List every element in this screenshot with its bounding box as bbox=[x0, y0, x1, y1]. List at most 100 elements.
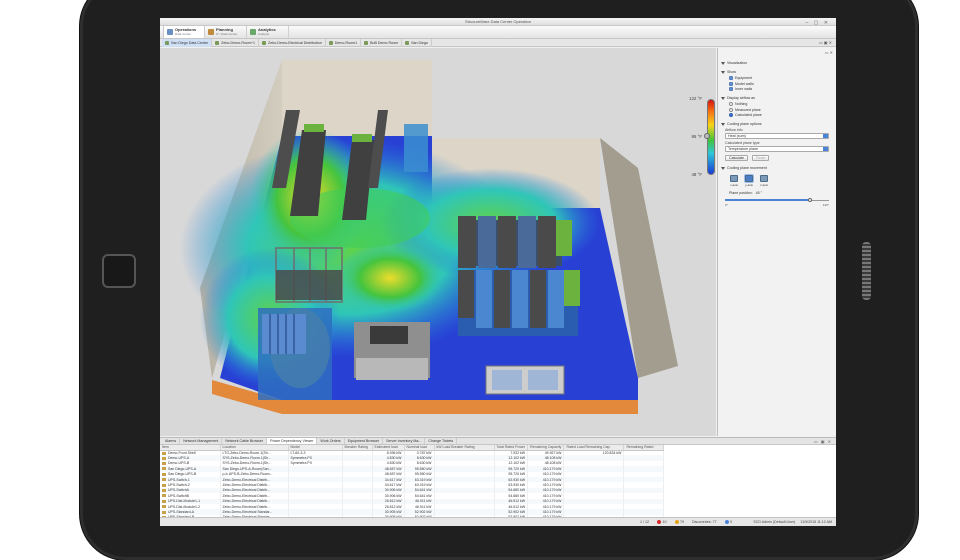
cell-text: UPS-SwitchA bbox=[168, 488, 190, 493]
tab-network-cable-browser[interactable]: Network Cable Browser bbox=[222, 438, 268, 444]
legend-slider-knob[interactable] bbox=[704, 133, 710, 139]
checkbox[interactable] bbox=[729, 76, 733, 80]
analytics-icon bbox=[250, 29, 256, 35]
info-icon bbox=[724, 520, 729, 524]
status-bar: 1 / 12 10 79 Discoveries: 77 0 SCD Admin… bbox=[160, 517, 836, 526]
window-controls[interactable]: – ▢ ✕ bbox=[806, 19, 830, 27]
reset-button[interactable]: Reset bbox=[751, 155, 770, 161]
checkbox-label: Model walls bbox=[735, 81, 754, 86]
checkbox[interactable] bbox=[729, 87, 733, 91]
tab-server-inventory[interactable]: Server Inventory Ma... bbox=[383, 438, 426, 444]
radio-button[interactable] bbox=[729, 113, 733, 117]
section-toggle[interactable]: Visualization bbox=[721, 61, 833, 65]
folder-icon bbox=[162, 451, 166, 455]
doc-tab-label: Demo-Room1 bbox=[334, 41, 358, 45]
room-icon bbox=[364, 41, 369, 45]
y-axis-plane-button[interactable]: y-axis bbox=[744, 175, 754, 187]
tab-alarms[interactable]: Alarms bbox=[162, 438, 181, 444]
checkbox[interactable] bbox=[729, 81, 733, 86]
z-axis-plane-button[interactable]: z-axis bbox=[759, 175, 769, 187]
critical-alarms-indicator[interactable]: 10 bbox=[657, 520, 667, 524]
checkbox-inner-walls[interactable]: Inner walls bbox=[729, 87, 833, 91]
section-toggle[interactable]: Display airflow as bbox=[721, 96, 833, 100]
slider-thumb[interactable] bbox=[808, 198, 813, 202]
visualization-section: Visualization bbox=[721, 61, 833, 65]
radio-nothing[interactable]: Nothing bbox=[729, 102, 833, 106]
room-icon bbox=[405, 41, 410, 45]
doc-tab-zebo-demo-room[interactable]: Zebo-Demo-Room+1 bbox=[212, 39, 260, 47]
folder-icon bbox=[162, 478, 166, 482]
thermal-airflow-3d-view bbox=[160, 48, 716, 436]
doc-tab-demo-room1[interactable]: Demo-Room1 bbox=[326, 39, 362, 47]
doc-tab-san-diego[interactable]: San Diego bbox=[402, 39, 432, 47]
discoveries-indicator[interactable]: Discoveries: 77 bbox=[692, 520, 717, 524]
select-value: Temperature plane bbox=[728, 147, 758, 151]
icon-caption: x-axis bbox=[730, 183, 738, 187]
room-icon bbox=[165, 41, 169, 45]
cell-text: UPS-Switch-1 bbox=[168, 477, 190, 482]
expand-triangle-icon bbox=[721, 70, 725, 74]
checkbox-equipment[interactable]: Equipment bbox=[729, 76, 833, 80]
warning-alarms-indicator[interactable]: 79 bbox=[674, 520, 684, 524]
folder-icon bbox=[162, 499, 166, 503]
tab-planning[interactable]: Planning IT / Data Center bbox=[205, 26, 247, 38]
x-axis-plane-button[interactable]: x-axis bbox=[729, 175, 739, 187]
section-toggle[interactable]: Cooling plane movement bbox=[721, 166, 833, 170]
info-indicator[interactable]: 0 bbox=[724, 520, 732, 524]
home-button[interactable] bbox=[102, 254, 136, 288]
cooling-plane-movement-section: Cooling plane movement x-axis y-axis z-a… bbox=[721, 166, 833, 207]
tab-operations[interactable]: Operations Data Center bbox=[163, 26, 205, 38]
planning-icon bbox=[208, 29, 214, 35]
section-title: Display airflow as bbox=[727, 96, 755, 100]
tab-change-tickets[interactable]: Change Tickets bbox=[425, 438, 458, 444]
tab-subtitle: Analysis bbox=[258, 32, 270, 36]
cell-text: UPS-SwitchB bbox=[168, 493, 190, 498]
radio-label: Measured plane bbox=[735, 107, 761, 112]
calculated-plane-type-select[interactable]: Temperature plane bbox=[725, 146, 829, 152]
dropdown-caret-icon bbox=[823, 147, 828, 151]
tab-analytics[interactable]: Analytics Analysis bbox=[247, 26, 289, 38]
doc-tab-san-diego-data-center[interactable]: San Diego Data Center bbox=[162, 39, 213, 47]
folder-icon bbox=[162, 489, 166, 492]
cell-text: UPS-Dist-Module1-2 bbox=[168, 504, 201, 509]
radio-button[interactable] bbox=[729, 107, 733, 112]
airflow-info-select[interactable]: Heat (sum) bbox=[725, 133, 829, 139]
range-max-label: 120° bbox=[822, 203, 829, 207]
tab-network-management[interactable]: Network Management bbox=[180, 438, 223, 444]
operations-icon bbox=[167, 29, 173, 35]
z-axis-plane-icon bbox=[760, 175, 768, 182]
plane-position-slider[interactable] bbox=[725, 198, 829, 202]
calculate-button[interactable]: Calculate bbox=[725, 155, 748, 161]
view-toolbar-icons[interactable]: ▭ ▣ ✕ bbox=[819, 39, 836, 46]
plane-position-label: Plane position: bbox=[729, 191, 753, 195]
expand-triangle-icon bbox=[721, 61, 725, 65]
power-dependency-table: Item Location Model Breaker Rating Estim… bbox=[160, 445, 836, 517]
radio-button[interactable] bbox=[729, 102, 733, 106]
section-toggle[interactable]: Show bbox=[721, 70, 833, 74]
cell-text: UPS-Dist-Module1-1 bbox=[168, 499, 201, 504]
tab-work-orders[interactable]: Work Orders bbox=[317, 438, 345, 444]
doc-tab-electrical-distribution[interactable]: Zebo-Demo-Electrical Distribution bbox=[259, 39, 326, 47]
doc-tab-label: San Diego Data Center bbox=[171, 41, 209, 45]
bottom-panel-toolbar-icons[interactable]: ▭ ▣ ✕ bbox=[814, 438, 836, 444]
airflow-info-label: Airflow info bbox=[725, 128, 743, 132]
calculated-plane-type-label: Calculated plane type bbox=[725, 141, 760, 145]
warning-count: 79 bbox=[680, 520, 684, 524]
section-toggle[interactable]: Cooling plane options bbox=[721, 122, 833, 126]
doc-tab-bob-demo-room[interactable]: BoB Demo Room bbox=[361, 39, 403, 47]
tab-equipment-browser[interactable]: Equipment Browser bbox=[345, 438, 384, 444]
doc-tab-label: Zebo-Demo-Room+1 bbox=[221, 41, 256, 45]
tab-power-dependency-viewer[interactable]: Power Dependency Viewer bbox=[267, 438, 318, 444]
page-indicator: 1 / 12 bbox=[640, 520, 649, 524]
select-value: Heat (sum) bbox=[728, 134, 746, 138]
user-and-time: SCD Admin (Default User) 11/9/2015 11:12… bbox=[753, 520, 836, 524]
checkbox-model-walls[interactable]: Model walls bbox=[729, 81, 833, 86]
slider-fill bbox=[725, 199, 811, 201]
display-airflow-section: Display airflow as Nothing Measured plan… bbox=[721, 96, 833, 117]
3d-room-viewport[interactable]: 122 °F 95 °F 48 °F bbox=[160, 48, 716, 436]
radio-label: Calculated plane bbox=[735, 113, 762, 117]
panel-header-icons[interactable]: ▭ ✕ bbox=[721, 50, 833, 56]
radio-measured-plane[interactable]: Measured plane bbox=[729, 107, 833, 112]
radio-calculated-plane[interactable]: Calculated plane bbox=[729, 113, 833, 117]
clock: 11/9/2015 11:12 AM bbox=[800, 520, 832, 524]
